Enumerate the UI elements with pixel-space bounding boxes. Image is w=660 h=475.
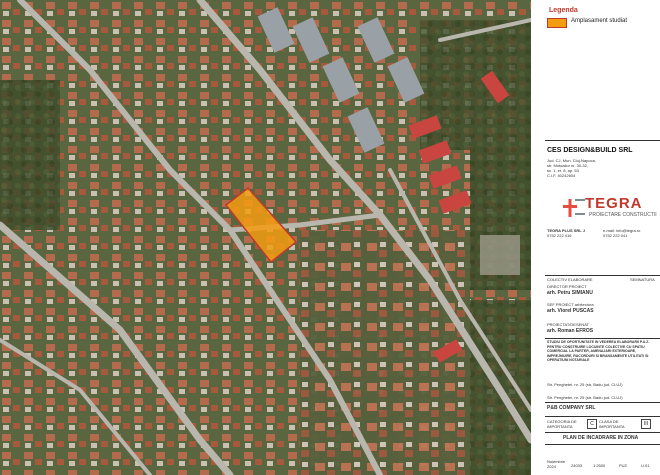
tegra-logo-subtitle: PROIECTARE CONSTRUCTII <box>589 212 657 218</box>
sef-name: arh. Viorel PUSCAS <box>547 308 594 314</box>
beneficiary-name: P&B COMPANY SRL <box>547 405 596 411</box>
category-value-2: III <box>641 419 651 429</box>
legend-swatch <box>547 18 567 28</box>
title-block: Legenda Amplasament studiat CES DESIGN&B… <box>535 0 660 475</box>
director-label: DIRECTOR PROIECT <box>547 284 587 289</box>
divider <box>545 140 660 141</box>
coll-label: COLECTIV ELABORARE <box>547 277 593 282</box>
director-name: arh. Petru SIMIANU <box>547 290 593 296</box>
designer-address: Jud. CJ, Mun. Cluj-Napoca, str. Motoailo… <box>547 158 596 178</box>
aerial-map[interactable] <box>0 0 531 475</box>
sign-label: SEMNATURA <box>630 277 655 282</box>
partner-contact-line: 0752 222 416 <box>547 233 572 238</box>
sheet-plan-no: U.01 <box>641 463 650 468</box>
partner-contact-right: e-mail: info@tegra.ro 0752 222 041 <box>603 228 640 238</box>
proiectat-name: arh. Roman EFROS <box>547 328 594 334</box>
proiectat-label: PROIECTAT/DESENAT <box>547 322 590 327</box>
divider <box>545 402 660 403</box>
divider <box>545 444 660 445</box>
sheet-phase: PUZ <box>619 463 627 468</box>
legend-title: Legenda <box>549 7 578 14</box>
project-address-2: Str. Penghetei, nr. 25 (str. Badu jud. C… <box>547 395 623 400</box>
divider <box>545 338 660 339</box>
partner-contact-left: TEGRA PLUS SRL J 0752 222 416 <box>547 228 585 238</box>
project-address-1: Str. Penghetei, nr. 25 (str. Badu jud. C… <box>547 382 623 387</box>
page: Legenda Amplasament studiat CES DESIGN&B… <box>0 0 660 475</box>
divider <box>545 432 660 433</box>
category-value-1: C <box>587 419 597 429</box>
sheet-project-no: 24033 <box>571 463 583 468</box>
tegra-logo: TEGRA PROIECTARE CONSTRUCTII <box>563 195 658 225</box>
partner-contact-line: 0752 222 041 <box>603 233 628 238</box>
category-label-2: CLASA DE IMPORTANTA <box>599 419 625 429</box>
legend-item-label: Amplasament studiat <box>571 18 628 24</box>
aerial-map-svg <box>0 0 531 475</box>
sheet-scale: 1:2500 <box>593 463 606 468</box>
project-title: STUDIU DE OPORTUNITATE IN VEDEREA ELABOR… <box>547 340 650 362</box>
divider <box>545 416 660 417</box>
sef-label: SEF PROIECT arhitectura <box>547 302 594 307</box>
designer-address-line: C.I.F. 40242604 <box>547 173 576 178</box>
sheet-title: PLAN DE INCADRARE IN ZONA <box>563 435 639 441</box>
divider <box>545 275 660 276</box>
sheet-date: Noiembrie 2024 <box>547 459 566 469</box>
designer-name: CES DESIGN&BUILD SRL <box>547 147 633 154</box>
tegra-logo-text: TEGRA <box>585 195 643 212</box>
category-label-1: CATEGORIA DE IMPORTANTA <box>547 419 577 429</box>
